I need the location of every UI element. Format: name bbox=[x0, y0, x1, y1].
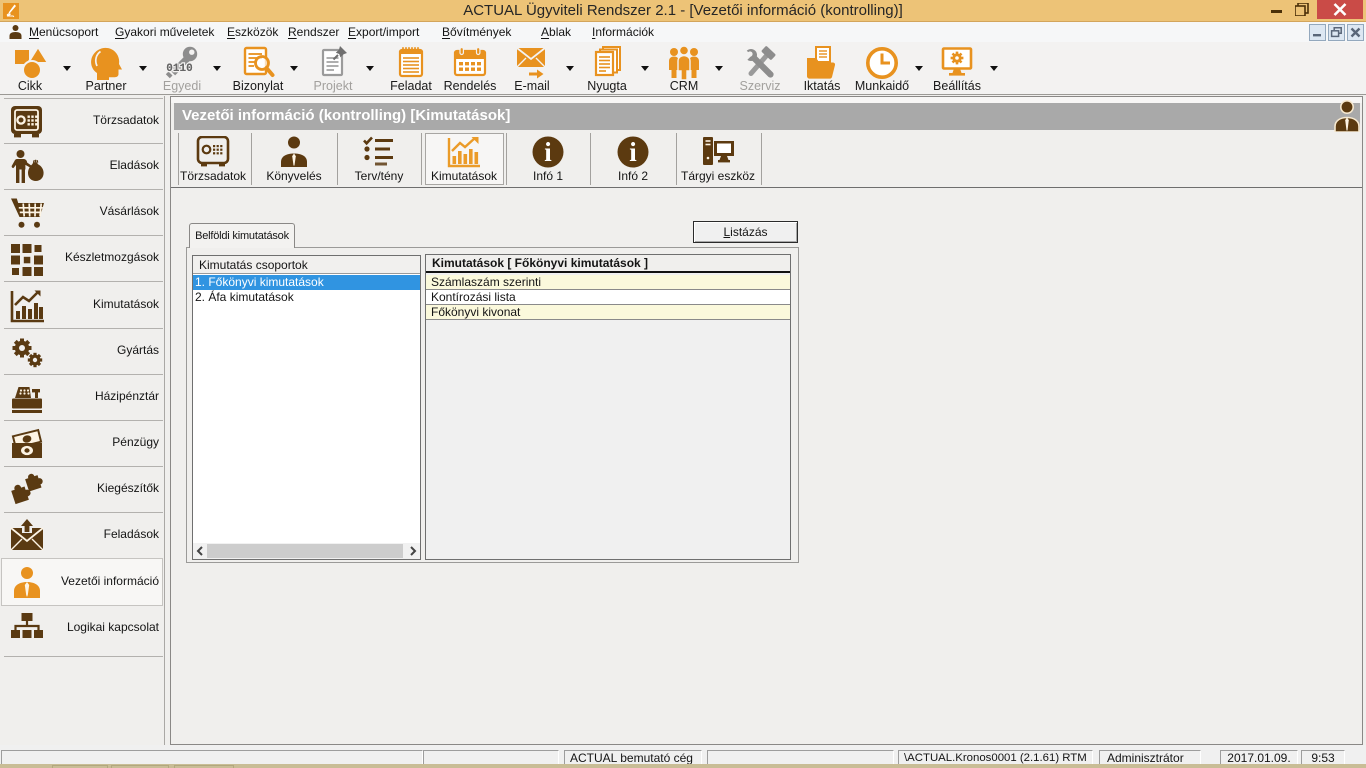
svg-text:i: i bbox=[544, 137, 552, 167]
svg-text:i: i bbox=[629, 137, 637, 167]
svg-text:0110: 0110 bbox=[166, 63, 192, 75]
